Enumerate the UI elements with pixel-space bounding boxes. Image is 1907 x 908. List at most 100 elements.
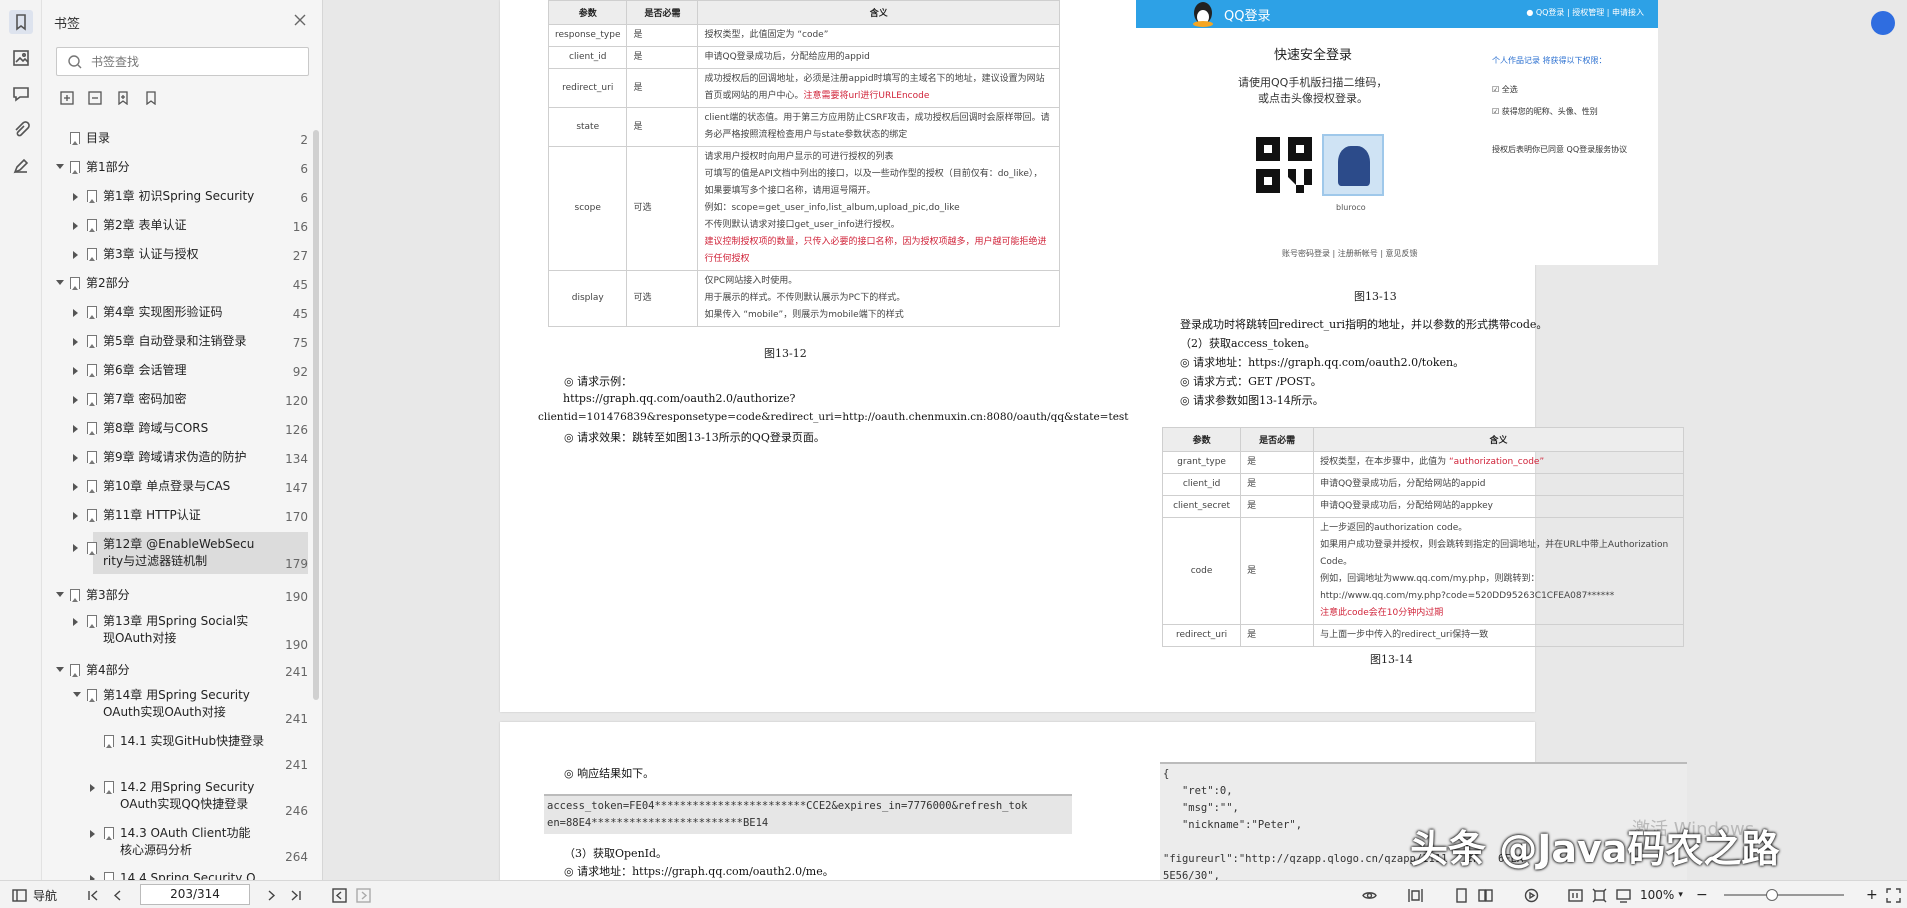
add-bookmark-icon[interactable] xyxy=(116,90,132,106)
bookmark-item[interactable]: 第3部分 190 xyxy=(42,587,308,607)
zoom-slider-handle[interactable] xyxy=(1766,889,1778,901)
chevron-right-icon[interactable] xyxy=(73,222,78,230)
chevron-right-icon[interactable] xyxy=(73,618,78,626)
bookmark-item[interactable]: 第3章 认证与授权 27 xyxy=(42,246,308,266)
param-cell: response_type xyxy=(547,24,628,47)
close-icon[interactable] xyxy=(292,12,308,28)
param-cell: state xyxy=(547,107,628,147)
zoom-in-icon[interactable]: + xyxy=(1866,887,1878,903)
chevron-right-icon[interactable] xyxy=(73,544,78,552)
param-cell: redirect_uri xyxy=(547,68,628,108)
avatar[interactable] xyxy=(1322,134,1384,196)
attachment-icon[interactable] xyxy=(9,118,33,142)
chevron-right-icon[interactable] xyxy=(73,512,78,520)
tree-scrollbar[interactable] xyxy=(313,130,319,700)
bookmark-item[interactable]: 第9章 跨域请求伪造的防护 134 xyxy=(42,449,308,469)
bookmark-label: 目录 xyxy=(86,131,111,145)
bookmark-item[interactable]: 第8章 跨域与CORS 126 xyxy=(42,420,308,440)
bookmark-item[interactable]: 第1章 初识Spring Security 6 xyxy=(42,188,308,208)
bookmark-item[interactable]: 第4部分 241 xyxy=(42,662,308,682)
expand-all-icon[interactable] xyxy=(60,90,76,106)
cell-line: 与上面一步中传入的redirect_uri保持一致 xyxy=(1320,630,1489,640)
bookmark-item[interactable]: 14.2 用Spring Security OAuth实现QQ快捷登录 246 xyxy=(42,779,308,821)
table-row: grant_type 是授权类型，在本步骤中，此值为 “authorization… xyxy=(1161,451,1684,474)
single-page-icon[interactable] xyxy=(1454,887,1469,903)
chevron-down-icon[interactable] xyxy=(56,667,64,672)
forward-icon[interactable] xyxy=(356,887,371,903)
chevron-right-icon[interactable] xyxy=(73,454,78,462)
chevron-right-icon[interactable] xyxy=(73,483,78,491)
chevron-right-icon[interactable] xyxy=(90,830,95,838)
qq-penguin-icon xyxy=(1193,2,1213,27)
param-cell: grant_type xyxy=(1161,451,1242,474)
required-cell: 是 xyxy=(626,68,699,108)
chevron-down-icon[interactable] xyxy=(56,280,64,285)
cell-line: 务必严格按照流程检查用户与state参数状态的绑定 xyxy=(704,130,908,140)
collapse-all-icon[interactable] xyxy=(88,90,104,106)
warning-text: “authorization_code” xyxy=(1448,457,1545,467)
bookmark-item[interactable]: 第2章 表单认证 16 xyxy=(42,217,308,237)
bookmark-item[interactable]: 第12章 @EnableWebSecu rity与过滤器链机制 179 xyxy=(73,532,308,574)
next-page-icon[interactable] xyxy=(264,887,279,903)
zoom-level: 100% xyxy=(1640,888,1675,902)
double-page-icon[interactable] xyxy=(1478,887,1493,903)
chevron-right-icon[interactable] xyxy=(73,309,78,317)
bookmark-item[interactable]: 第13章 用Spring Social实 现OAuth对接 190 xyxy=(42,613,308,655)
zoom-dropdown[interactable]: 100% ▾ xyxy=(1640,887,1683,903)
bookmark-item[interactable]: 第14章 用Spring Security OAuth实现OAuth对接 241 xyxy=(42,687,308,729)
chevron-right-icon[interactable] xyxy=(73,338,78,346)
bookmark-item[interactable]: 第5章 自动登录和注销登录 75 xyxy=(42,333,308,353)
cell-line: 用于展示的样式。不传则默认展示为PC下的样式。 xyxy=(704,293,906,303)
bookmark-item[interactable]: 第2部分 45 xyxy=(42,275,308,295)
chevron-down-icon[interactable] xyxy=(73,692,81,697)
bookmark-icon[interactable] xyxy=(144,90,160,106)
zoom-slider[interactable] xyxy=(1724,889,1844,901)
cell-line: 申请QQ登录成功后，分配给网站的appid xyxy=(1320,479,1486,489)
thumbnail-icon[interactable] xyxy=(9,46,33,70)
required-cell: 是 xyxy=(626,46,699,69)
eye-protection-icon[interactable] xyxy=(1362,887,1377,903)
first-page-icon[interactable] xyxy=(86,887,101,903)
bookmark-label: 14.2 用Spring Security OAuth实现QQ快捷登录 xyxy=(120,780,255,811)
chevron-right-icon[interactable] xyxy=(73,425,78,433)
bookmark-item[interactable]: 第11章 HTTP认证 170 xyxy=(42,507,308,527)
bookmark-icon xyxy=(70,161,80,174)
signature-icon[interactable] xyxy=(9,154,33,178)
search-input[interactable] xyxy=(91,52,301,72)
zoom-mode-icon[interactable] xyxy=(1616,887,1631,903)
zoom-out-icon[interactable]: − xyxy=(1696,887,1708,903)
bookmark-label: 14.1 实现GitHub快捷登录 xyxy=(120,734,265,748)
bookmark-item[interactable]: 第10章 单点登录与CAS 147 xyxy=(42,478,308,498)
bookmark-item[interactable]: 14.1 实现GitHub快捷登录 241 xyxy=(42,733,308,775)
prev-page-icon[interactable] xyxy=(110,887,125,903)
chevron-right-icon[interactable] xyxy=(73,396,78,404)
chevron-right-icon[interactable] xyxy=(73,367,78,375)
bookmark-item[interactable]: 第7章 密码加密 120 xyxy=(42,391,308,411)
chevron-right-icon[interactable] xyxy=(73,251,78,259)
bookmark-item[interactable]: 第6章 会话管理 92 xyxy=(42,362,308,382)
fit-width-icon[interactable] xyxy=(1408,887,1423,903)
bookmark-item[interactable]: 第4章 实现图形验证码 45 xyxy=(42,304,308,324)
play-icon[interactable] xyxy=(1524,887,1539,903)
bookmark-panel-icon[interactable] xyxy=(9,10,33,34)
actual-size-icon[interactable] xyxy=(1568,887,1583,903)
back-icon[interactable] xyxy=(332,887,347,903)
fit-page-icon[interactable] xyxy=(1592,887,1607,903)
bookmark-item[interactable]: 14.4 Spring Security O xyxy=(42,870,308,880)
page-number-input[interactable]: 203/314 xyxy=(140,884,250,905)
chevron-right-icon[interactable] xyxy=(73,193,78,201)
chevron-down-icon[interactable] xyxy=(56,592,64,597)
cell-line: 请求用户授权时向用户显示的可进行授权的列表 xyxy=(704,152,894,162)
chevron-down-icon[interactable] xyxy=(56,164,64,169)
bookmark-item[interactable]: 14.3 OAuth Client功能 核心源码分析 264 xyxy=(42,825,308,867)
bookmark-search[interactable] xyxy=(56,47,309,76)
chevron-right-icon[interactable] xyxy=(90,784,95,792)
nav-toggle[interactable]: 导航 xyxy=(12,887,57,903)
last-page-icon[interactable] xyxy=(288,887,303,903)
assistant-icon[interactable] xyxy=(1871,11,1895,35)
fullscreen-icon[interactable] xyxy=(1886,887,1901,903)
bookmark-item[interactable]: 第1部分 6 xyxy=(42,159,308,179)
bookmark-item[interactable]: 目录 2 xyxy=(42,130,308,150)
comment-icon[interactable] xyxy=(9,82,33,106)
bookmark-page: 45 xyxy=(292,278,308,292)
